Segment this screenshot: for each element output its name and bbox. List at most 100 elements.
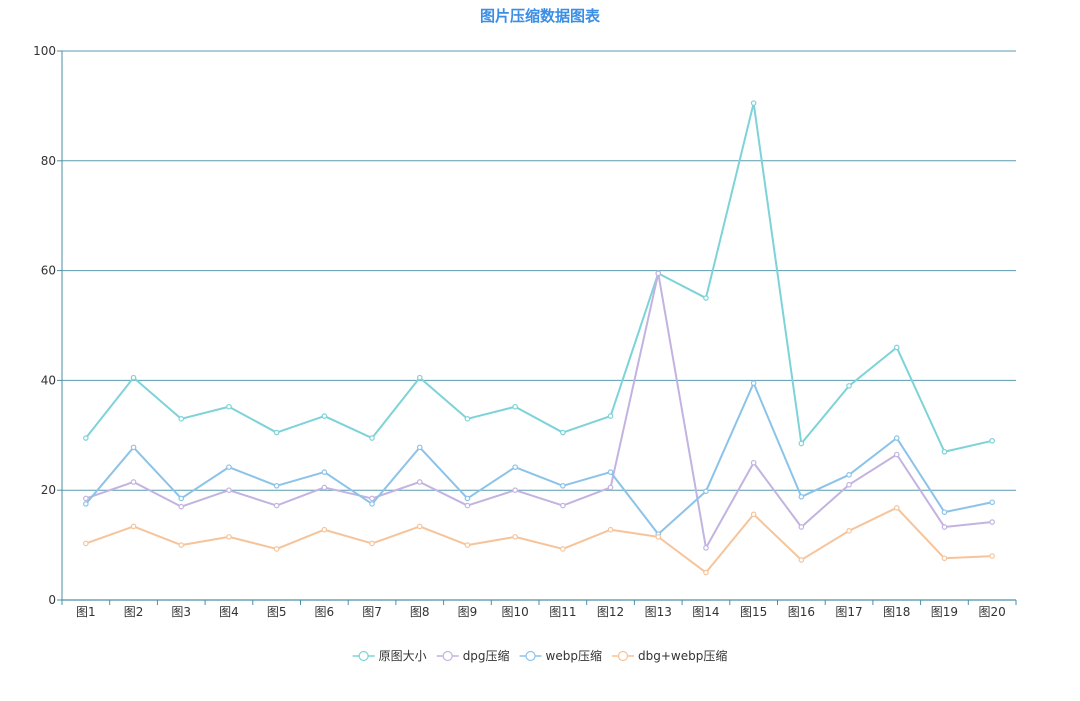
legend-item[interactable]: dpg压缩 <box>436 648 510 663</box>
data-point[interactable] <box>989 499 995 506</box>
data-point[interactable] <box>321 484 328 491</box>
data-point[interactable] <box>130 479 137 485</box>
data-point[interactable] <box>703 545 709 551</box>
x-tick-label: 图18 <box>883 605 910 619</box>
legend-label: dbg+webp压缩 <box>638 648 727 663</box>
data-point[interactable] <box>655 534 662 540</box>
x-tick-label: 图6 <box>315 605 335 619</box>
data-point[interactable] <box>226 487 232 494</box>
data-point[interactable] <box>464 502 471 509</box>
data-point[interactable] <box>321 413 328 419</box>
data-point[interactable] <box>560 429 566 436</box>
series-group <box>83 380 995 537</box>
legend[interactable]: 原图大小 dpg压缩 webp压缩 dbg+webp压缩 <box>352 648 728 663</box>
data-point[interactable] <box>750 100 757 106</box>
data-point[interactable] <box>226 534 232 540</box>
series-lines <box>83 100 995 576</box>
data-point[interactable] <box>369 435 375 441</box>
x-tick-label: 图12 <box>597 605 624 619</box>
data-point[interactable] <box>846 481 852 488</box>
data-point[interactable] <box>369 501 375 507</box>
data-point[interactable] <box>607 484 614 491</box>
series-line <box>85 382 993 536</box>
data-point[interactable] <box>941 555 948 562</box>
data-point[interactable] <box>893 344 900 351</box>
y-tick-label: 80 <box>41 154 56 168</box>
legend-label: dpg压缩 <box>463 648 510 663</box>
data-point[interactable] <box>989 519 995 525</box>
data-point[interactable] <box>416 479 423 485</box>
data-point[interactable] <box>416 523 423 530</box>
data-point[interactable] <box>226 403 232 410</box>
data-point[interactable] <box>273 546 280 552</box>
x-tick-label: 图17 <box>835 605 862 619</box>
data-point[interactable] <box>941 524 948 530</box>
data-point[interactable] <box>512 487 518 494</box>
data-point[interactable] <box>750 459 757 466</box>
data-point[interactable] <box>512 534 518 540</box>
data-point[interactable] <box>798 440 805 447</box>
data-point[interactable] <box>846 528 852 534</box>
data-point[interactable] <box>83 435 89 441</box>
data-point[interactable] <box>178 542 185 548</box>
data-point[interactable] <box>321 469 328 475</box>
data-point[interactable] <box>226 464 232 470</box>
legend-marker-icon <box>617 650 629 662</box>
data-point[interactable] <box>560 546 566 552</box>
series-group <box>83 100 995 455</box>
y-tick-label: 100 <box>33 44 56 58</box>
data-point[interactable] <box>941 509 948 515</box>
data-point[interactable] <box>560 502 566 509</box>
data-point[interactable] <box>83 495 89 502</box>
legend-marker-icon <box>442 650 453 662</box>
data-point[interactable] <box>512 464 518 470</box>
data-point[interactable] <box>512 403 518 410</box>
data-point[interactable] <box>893 435 900 441</box>
data-point[interactable] <box>893 451 900 458</box>
x-tick-label: 图8 <box>410 605 430 619</box>
data-point[interactable] <box>607 526 614 533</box>
data-point[interactable] <box>798 493 805 500</box>
data-point[interactable] <box>273 429 280 436</box>
data-point[interactable] <box>703 295 709 301</box>
data-point[interactable] <box>83 501 89 507</box>
data-point[interactable] <box>130 523 137 530</box>
data-point[interactable] <box>846 383 852 389</box>
data-point[interactable] <box>607 469 614 475</box>
data-point[interactable] <box>369 540 375 547</box>
data-point[interactable] <box>273 502 280 509</box>
legend-item[interactable]: webp压缩 <box>519 648 602 663</box>
data-point[interactable] <box>416 374 423 381</box>
data-point[interactable] <box>989 553 995 559</box>
legend-item[interactable]: 原图大小 <box>352 649 427 663</box>
data-point[interactable] <box>750 511 757 518</box>
data-point[interactable] <box>560 483 566 489</box>
data-point[interactable] <box>750 380 757 386</box>
chart-container: 图片压缩数据图表 0 20 40 60 80 100 图1 图2 图3 图4 图5 图6 图7 图8 图9 图… <box>0 0 1080 701</box>
data-point[interactable] <box>273 483 280 489</box>
data-point[interactable] <box>464 542 471 548</box>
data-point[interactable] <box>464 416 471 422</box>
data-point[interactable] <box>703 569 709 576</box>
data-point[interactable] <box>798 524 805 530</box>
data-point[interactable] <box>178 495 185 502</box>
data-point[interactable] <box>178 416 185 422</box>
data-point[interactable] <box>178 503 185 510</box>
legend-item[interactable]: dbg+webp压缩 <box>611 648 727 663</box>
data-point[interactable] <box>655 270 662 277</box>
data-point[interactable] <box>321 526 328 533</box>
data-point[interactable] <box>83 540 89 547</box>
data-point[interactable] <box>416 444 423 451</box>
data-point[interactable] <box>846 472 852 478</box>
x-tick-label: 图13 <box>645 605 672 619</box>
data-point[interactable] <box>703 488 709 495</box>
data-point[interactable] <box>941 448 948 455</box>
data-point[interactable] <box>893 504 900 511</box>
data-point[interactable] <box>989 437 995 444</box>
data-point[interactable] <box>607 413 614 419</box>
data-point[interactable] <box>369 495 375 502</box>
data-point[interactable] <box>130 444 137 451</box>
data-point[interactable] <box>798 557 805 563</box>
data-point[interactable] <box>130 374 137 381</box>
data-point[interactable] <box>464 495 471 502</box>
